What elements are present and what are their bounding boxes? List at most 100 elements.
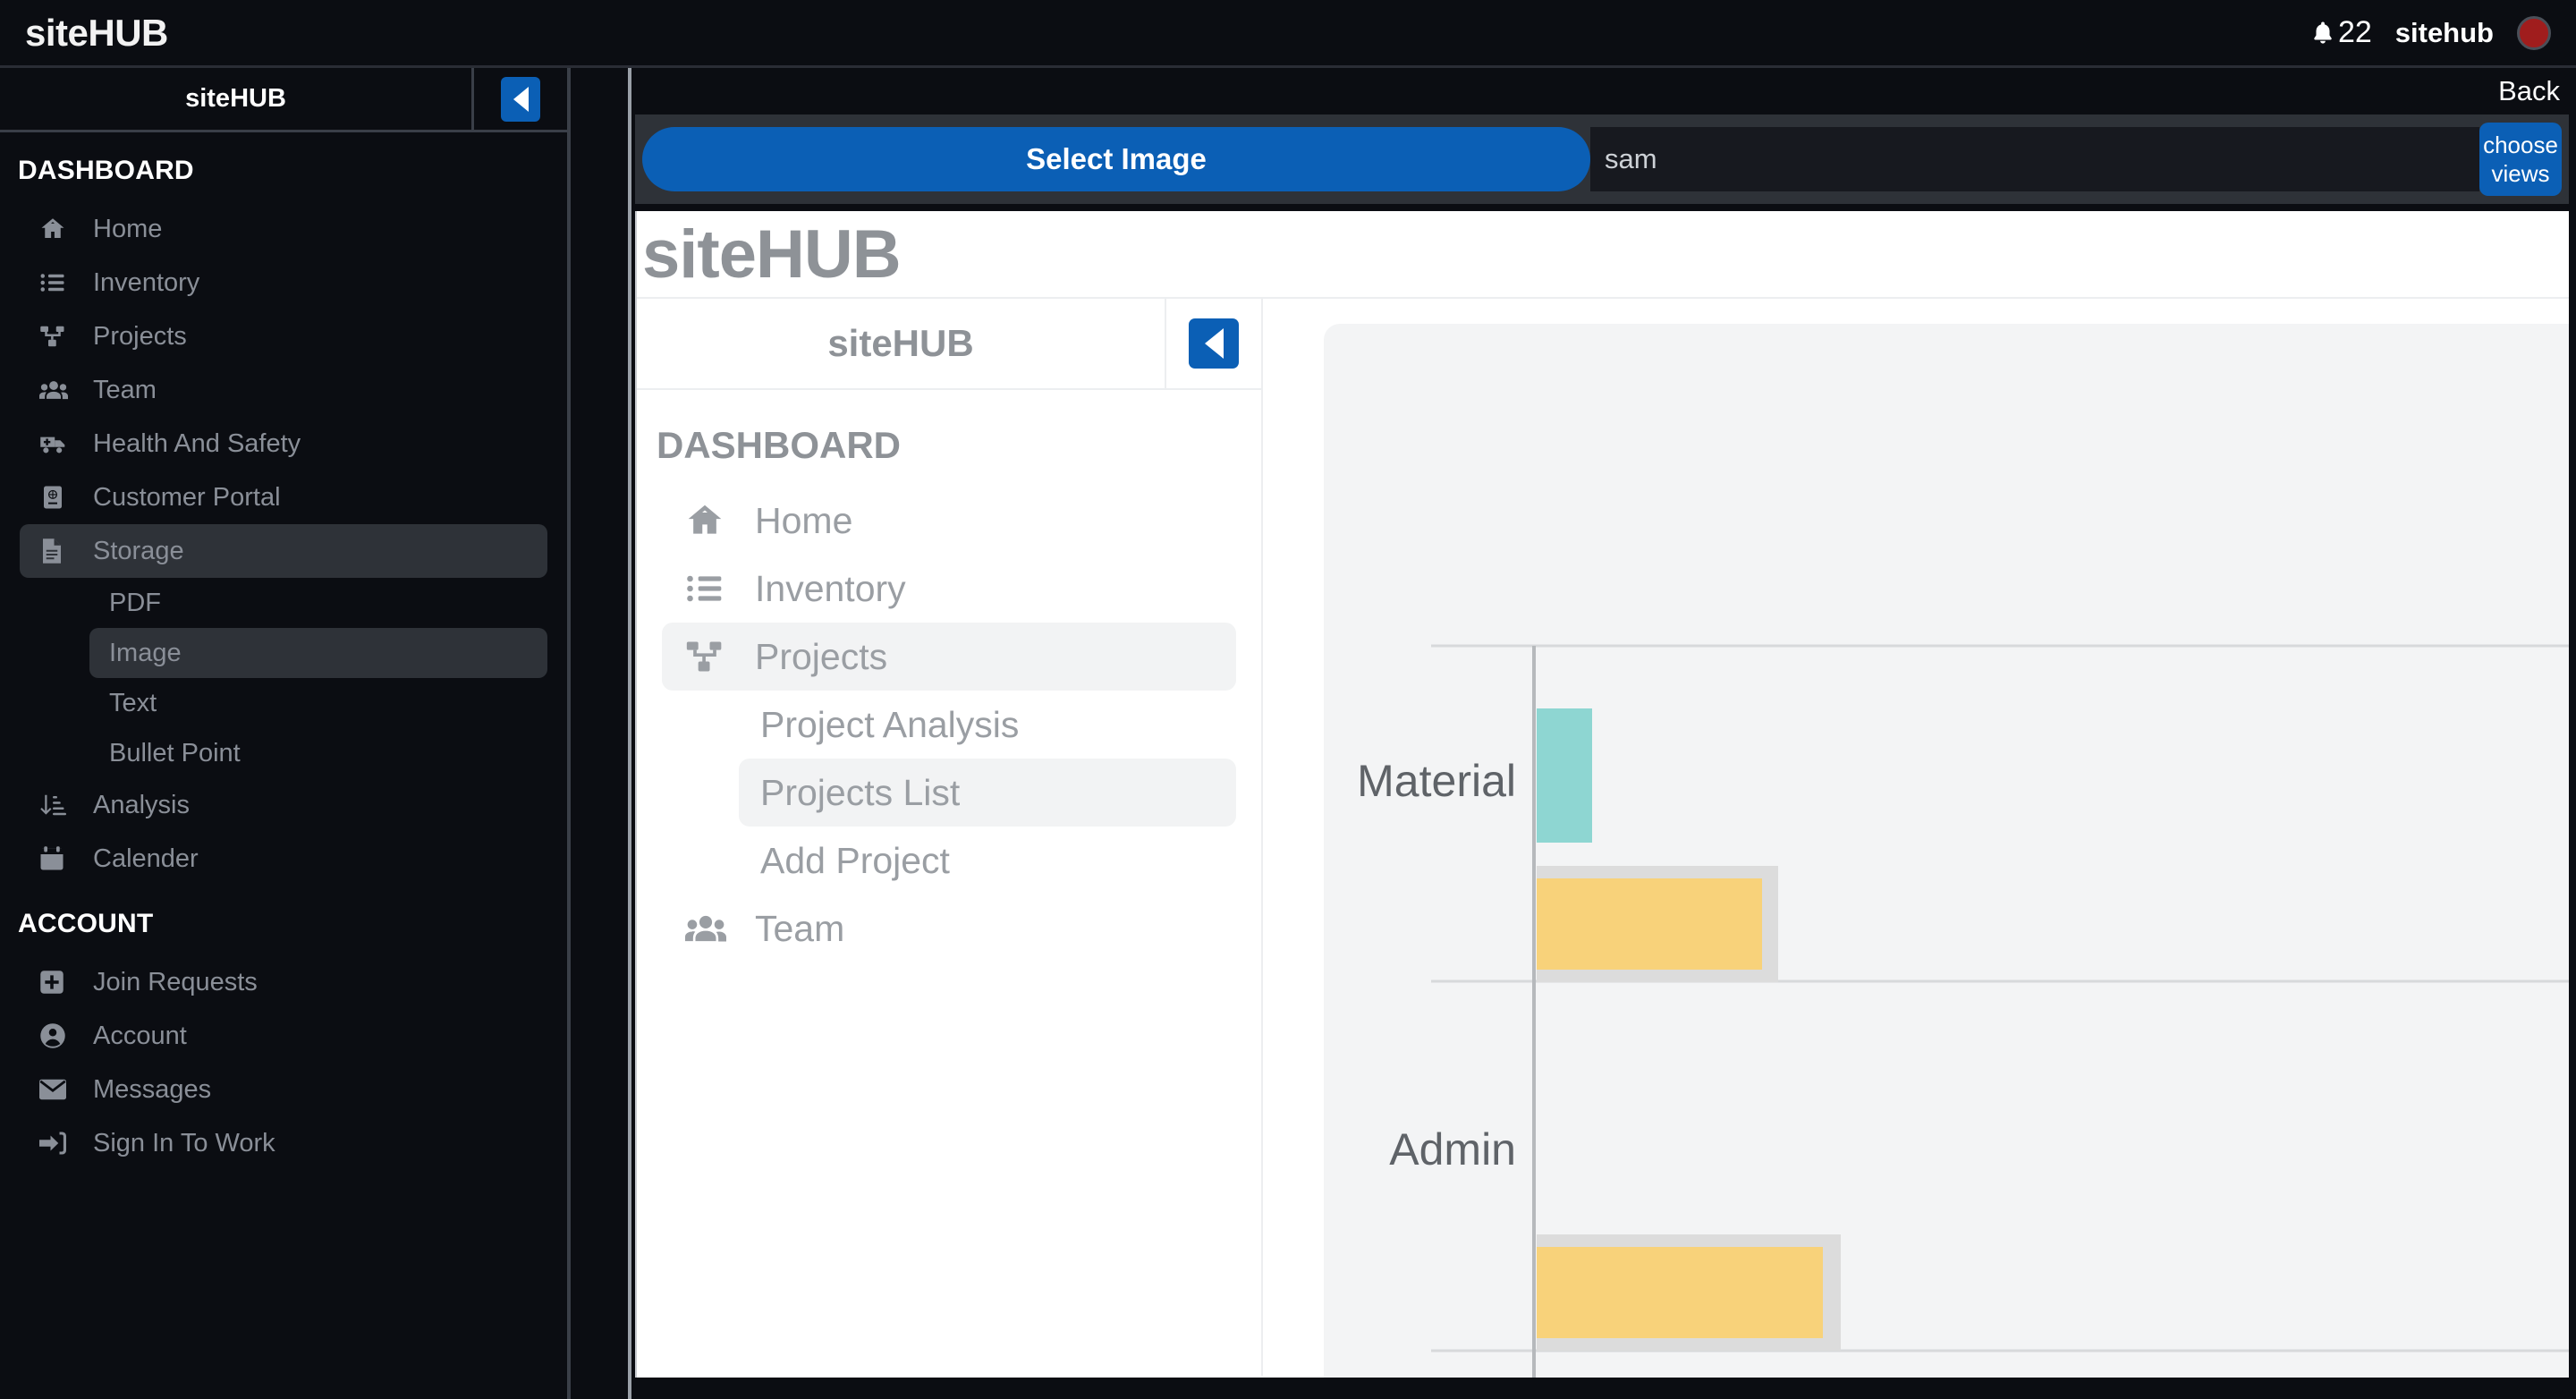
app-brand: siteHUB: [25, 11, 168, 54]
top-bar: siteHUB 22 sitehub: [0, 0, 2576, 68]
sidebar-subitem-text[interactable]: Text: [89, 678, 547, 728]
sidebar-item-label: Storage: [93, 536, 184, 565]
sidebar-item-label: Projects: [93, 321, 187, 351]
sidebar-item-analysis[interactable]: Analysis: [20, 778, 547, 832]
sidebar-item-label: Analysis: [93, 790, 190, 819]
sidebar-item-join-requests[interactable]: Join Requests: [20, 955, 547, 1009]
sidebar-subitem-image[interactable]: Image: [89, 628, 547, 678]
sidebar: siteHUB DASHBOARD Home Inventory Project…: [0, 68, 571, 1399]
project-diagram-icon: [685, 637, 741, 676]
chevron-left-icon: [513, 86, 529, 112]
preview-sidebar-subitem-add-project: Add Project: [739, 827, 1236, 895]
back-button[interactable]: Back: [2498, 75, 2560, 107]
sidebar-collapse-button[interactable]: [501, 76, 540, 122]
preview-brand-bar: siteHUB: [637, 211, 2569, 299]
sidebar-item-label: Account: [93, 1021, 187, 1050]
sidebar-subitem-pdf[interactable]: PDF: [89, 578, 547, 628]
plus-square-icon: [39, 970, 77, 995]
preview-sidebar-title-cell: siteHUB: [637, 299, 1166, 388]
preview-sidebar-subitem-label: Add Project: [760, 839, 950, 881]
sidebar-item-messages[interactable]: Messages: [20, 1063, 547, 1116]
preview-sidebar-item-label: Team: [755, 907, 845, 949]
right-gutter: [2569, 68, 2576, 1399]
sidebar-subitem-label: Text: [109, 688, 157, 717]
sidebar-item-sign-in-to-work[interactable]: Sign In To Work: [20, 1116, 547, 1170]
sign-in-icon: [39, 1132, 77, 1155]
select-image-button[interactable]: Select Image: [642, 127, 1590, 191]
sidebar-item-storage[interactable]: Storage: [20, 524, 547, 578]
bell-icon: [2309, 18, 2336, 48]
sidebar-scrollbar[interactable]: [574, 68, 631, 1399]
preview-sidebar-item-projects: Projects: [662, 623, 1236, 691]
sidebar-item-label: Customer Portal: [93, 482, 281, 512]
sidebar-item-label: Team: [93, 375, 157, 404]
preview-sidebar-item-label: Inventory: [755, 567, 906, 609]
sidebar-subitem-bullet-point[interactable]: Bullet Point: [89, 728, 547, 778]
home-icon: [685, 501, 741, 540]
sidebar-item-label: Health And Safety: [93, 428, 301, 458]
preview-sidebar-subitem-project-analysis: Project Analysis: [739, 691, 1236, 759]
preview-collapse-cell: [1166, 299, 1261, 388]
passport-globe-icon: [39, 484, 77, 511]
section-label-dashboard: DASHBOARD: [18, 156, 194, 185]
sidebar-item-calender[interactable]: Calender: [20, 832, 547, 886]
sidebar-header: siteHUB: [0, 68, 567, 132]
home-icon: [39, 216, 77, 242]
image-toolbar: Select Image choose views: [635, 114, 2569, 204]
sidebar-item-projects[interactable]: Projects: [20, 309, 547, 363]
preview-brand: siteHUB: [642, 216, 902, 293]
preview-sidebar-item-label: Projects: [755, 635, 888, 677]
sidebar-item-label: Join Requests: [93, 967, 258, 996]
file-name-input[interactable]: [1590, 127, 2479, 191]
project-diagram-icon: [39, 323, 77, 350]
user-circle-icon: [39, 1022, 77, 1049]
sidebar-item-label: Sign In To Work: [93, 1128, 275, 1157]
file-lines-icon: [39, 538, 77, 564]
sidebar-subitem-label: Bullet Point: [109, 738, 241, 767]
chart-tick-label: Admin: [1389, 1124, 1516, 1174]
back-row: Back: [635, 68, 2576, 114]
username-label: sitehub: [2394, 16, 2494, 48]
preview-section-label-dashboard: DASHBOARD: [657, 424, 901, 466]
preview-sidebar-title: siteHUB: [827, 322, 974, 364]
image-preview[interactable]: siteHUB siteHUB DASHBOARD Home Inventory…: [635, 211, 2569, 1378]
sidebar-item-home[interactable]: Home: [20, 202, 547, 256]
preview-sidebar-item-inventory: Inventory: [662, 555, 1236, 623]
chart-tick-label: Material: [1357, 756, 1516, 806]
preview-collapse-button: [1189, 318, 1239, 369]
list-icon: [39, 269, 77, 296]
preview-sidebar-item-team: Team: [662, 895, 1236, 962]
sidebar-item-customer-portal[interactable]: Customer Portal: [20, 471, 547, 524]
sidebar-subitem-label: Image: [109, 638, 182, 667]
chevron-left-icon: [1204, 328, 1224, 359]
list-icon: [685, 569, 741, 608]
project-cost-bar-chart: Material Admin: [1324, 324, 2569, 1378]
sidebar-item-label: Calender: [93, 844, 199, 873]
preview-chart-card: Material Admin: [1324, 324, 2569, 1378]
users-icon: [685, 909, 741, 948]
notifications-button[interactable]: 22: [2309, 15, 2372, 50]
sidebar-title: siteHUB: [185, 84, 286, 113]
sidebar-item-label: Inventory: [93, 267, 200, 297]
ambulance-icon: [39, 430, 77, 457]
avatar[interactable]: [2517, 15, 2551, 50]
sidebar-collapse-cell: [474, 68, 567, 130]
preview-sidebar-subitem-label: Projects List: [760, 771, 961, 813]
main-content: Back Select Image choose views siteHUB s…: [635, 68, 2576, 1399]
preview-sidebar-item-home: Home: [662, 487, 1236, 555]
sidebar-item-inventory[interactable]: Inventory: [20, 256, 547, 309]
sidebar-item-health-and-safety[interactable]: Health And Safety: [20, 417, 547, 471]
choose-views-button[interactable]: choose views: [2479, 123, 2562, 196]
top-bar-right: 22 sitehub: [2309, 15, 2551, 50]
users-icon: [39, 377, 77, 403]
choose-views-label-line1: choose: [2483, 131, 2558, 158]
sidebar-item-team[interactable]: Team: [20, 363, 547, 417]
sidebar-item-account[interactable]: Account: [20, 1009, 547, 1063]
sidebar-item-label: Home: [93, 214, 163, 243]
notification-count: 22: [2337, 15, 2372, 49]
preview-body: siteHUB DASHBOARD Home Inventory Project…: [637, 299, 2569, 1378]
preview-sidebar-subitem-label: Project Analysis: [760, 703, 1020, 745]
preview-sidebar-header: siteHUB: [637, 299, 1261, 390]
preview-sidebar-subitem-projects-list: Projects List: [739, 759, 1236, 827]
choose-views-label-line2: views: [2491, 160, 2550, 187]
